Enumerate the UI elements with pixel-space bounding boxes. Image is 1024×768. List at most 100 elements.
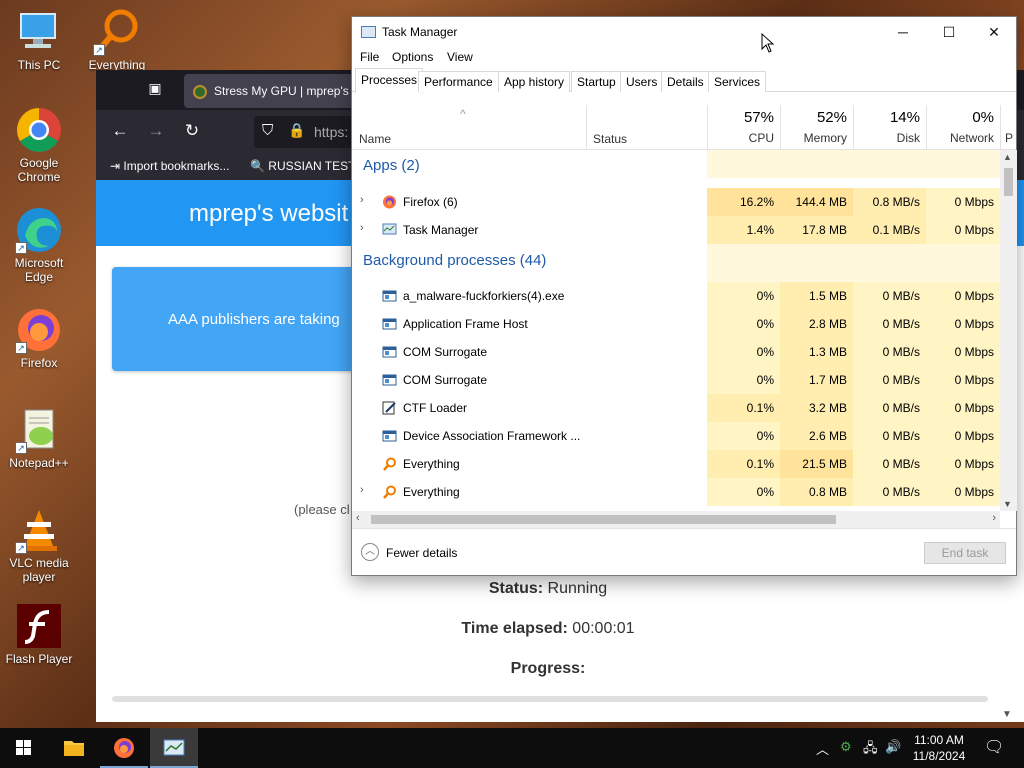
minimize-button[interactable]: ─ [880, 17, 926, 47]
process-row[interactable]: 0% 2.6 MB 0 MB/s 0 Mbps Device Associati… [352, 422, 1000, 450]
close-button[interactable]: ✕ [971, 17, 1017, 47]
tab-processes[interactable]: Processes [355, 68, 424, 93]
ethernet-icon[interactable]: 🖧 [863, 739, 878, 761]
chevron-right-icon[interactable]: › [360, 222, 364, 234]
desktop-icon-firefox[interactable]: ↗ Firefox [0, 306, 78, 370]
scroll-thumb[interactable] [1004, 168, 1013, 196]
cell-cpu: 0% [707, 282, 780, 310]
process-row[interactable]: 16.2% 144.4 MB 0.8 MB/s 0 Mbps › Firefox… [352, 188, 1000, 216]
process-row[interactable]: 0% 1.7 MB 0 MB/s 0 Mbps COM Surrogate [352, 366, 1000, 394]
tab-users[interactable]: Users [620, 71, 664, 92]
windows-logo-icon [16, 740, 31, 755]
horizontal-scrollbar[interactable]: ‹ › [352, 511, 1000, 528]
bookmark-russian-test[interactable]: 🔍 RUSSIAN TEST [250, 159, 355, 173]
elapsed-line: Time elapsed: 00:00:01 [96, 620, 1000, 638]
volume-icon[interactable]: 🔊 [885, 739, 901, 755]
clock-time: 11:00 AM [914, 733, 964, 747]
clock[interactable]: 11:00 AM 11/8/2024 [906, 732, 972, 764]
folder-icon [64, 741, 84, 756]
process-row[interactable]: 1.4% 17.8 MB 0.1 MB/s 0 Mbps › Task Mana… [352, 216, 1000, 244]
process-row[interactable]: 0% 0.8 MB 0 MB/s 0 Mbps › Everything [352, 478, 1000, 506]
desktop-icon-vlc[interactable]: ↗ VLC media player [0, 506, 78, 584]
status-value: Running [547, 580, 608, 597]
elapsed-label: Time elapsed: [461, 620, 568, 637]
end-task-button[interactable]: End task [924, 542, 1006, 564]
process-name: Device Association Framework ... [403, 429, 581, 443]
taskbar-file-explorer[interactable] [50, 728, 98, 768]
window-icon [382, 345, 397, 359]
shield-icon[interactable]: ⛉ [262, 122, 273, 139]
desktop-icon-label: Notepad++ [9, 456, 69, 470]
scroll-thumb[interactable] [371, 515, 836, 524]
back-arrow-icon[interactable]: ← [108, 120, 132, 142]
tab-performance[interactable]: Performance [418, 71, 499, 92]
tab-list-icon[interactable]: ▣ [144, 80, 166, 100]
chevron-up-icon[interactable]: ︿ [816, 739, 829, 758]
chevron-down-icon[interactable]: ▼ [1002, 709, 1012, 720]
cell-memory: 1.7 MB [780, 366, 853, 394]
mouse-cursor-icon [761, 33, 775, 53]
cell-blank [707, 150, 780, 178]
process-row[interactable]: 0% 1.5 MB 0 MB/s 0 Mbps a_malware-fuckfo… [352, 282, 1000, 310]
browser-tab[interactable]: Stress My GPU | mprep's w [184, 74, 354, 108]
network-tray-icon[interactable]: ⚙ [840, 739, 852, 755]
desktop-icon-everything[interactable]: ↗ Everything [78, 8, 156, 72]
notification-icon[interactable]: 🗨 [984, 737, 1004, 757]
notepadpp-icon: ↗ [15, 406, 63, 454]
scroll-right-icon[interactable]: › [992, 512, 996, 524]
url-text: https: [314, 124, 349, 140]
process-row[interactable]: 0% 1.3 MB 0 MB/s 0 Mbps COM Surrogate [352, 338, 1000, 366]
tab-startup[interactable]: Startup [571, 71, 622, 92]
tab-app-history[interactable]: App history [498, 71, 571, 92]
menu-options[interactable]: Options [392, 50, 433, 64]
process-name: a_malware-fuckforkiers(4).exe [403, 289, 565, 303]
desktop-icon-notepadpp[interactable]: ↗ Notepad++ [0, 406, 78, 470]
fewer-details-button[interactable]: Fewer details [386, 546, 457, 560]
desktop-icon-flash[interactable]: Flash Player [0, 602, 78, 666]
column-status[interactable]: Status [586, 105, 627, 149]
clock-date: 11/8/2024 [912, 749, 966, 763]
menu-file[interactable]: File [360, 50, 379, 64]
start-button[interactable] [0, 728, 48, 768]
sort-up-icon: ^ [460, 107, 466, 121]
vertical-scrollbar[interactable]: ▲ ▼ [1000, 150, 1017, 511]
reload-icon[interactable]: ↻ [180, 120, 204, 142]
column-cpu[interactable]: 57% CPU [707, 105, 780, 149]
tab-details[interactable]: Details [661, 71, 710, 92]
cell-cpu: 1.4% [707, 216, 780, 244]
column-power[interactable]: P [1000, 105, 1017, 149]
maximize-button[interactable]: ☐ [926, 17, 972, 47]
tab-services[interactable]: Services [708, 71, 767, 92]
progress-bar [112, 696, 988, 702]
chevron-right-icon[interactable]: › [360, 484, 364, 496]
taskbar-firefox[interactable] [100, 728, 148, 768]
scroll-left-icon[interactable]: ‹ [356, 512, 360, 524]
chevron-right-icon[interactable]: › [360, 194, 364, 206]
lock-icon[interactable]: 🔒 [288, 122, 305, 139]
forward-arrow-icon[interactable]: → [144, 120, 168, 142]
cell-network: 0 Mbps [926, 188, 1000, 216]
cell-cpu: 0% [707, 366, 780, 394]
menu-view[interactable]: View [447, 50, 473, 64]
chevron-up-icon[interactable]: ︿ [361, 543, 379, 561]
desktop-icon-chrome[interactable]: Google Chrome [0, 106, 78, 184]
bookmark-import[interactable]: ⇥ Import bookmarks... [110, 159, 229, 173]
browser-tab-title: Stress My GPU | mprep's w [214, 84, 354, 98]
process-row[interactable]: 0% 2.8 MB 0 MB/s 0 Mbps Application Fram… [352, 310, 1000, 338]
scroll-up-icon[interactable]: ▲ [1003, 152, 1012, 162]
desktop-icon-label: This PC [17, 58, 61, 72]
scroll-down-icon[interactable]: ▼ [1003, 499, 1012, 509]
taskbar-task-manager[interactable] [150, 728, 198, 768]
desktop-icon-edge[interactable]: ↗ Microsoft Edge [0, 206, 78, 284]
column-network[interactable]: 0% Network [926, 105, 1000, 149]
process-row[interactable]: 0.1% 21.5 MB 0 MB/s 0 Mbps Everything [352, 450, 1000, 478]
column-name[interactable]: Name [359, 132, 391, 146]
column-disk[interactable]: 14% Disk [853, 105, 926, 149]
title-bar[interactable]: Task Manager ─ ☐ ✕ [352, 17, 1016, 47]
process-row[interactable]: 0.1% 3.2 MB 0 MB/s 0 Mbps CTF Loader [352, 394, 1000, 422]
task-manager-icon [382, 223, 397, 237]
column-memory[interactable]: 52% Memory [780, 105, 853, 149]
desktop-icon-this-pc[interactable]: This PC [0, 8, 78, 72]
site-banner[interactable]: AAA publishers are taking [112, 267, 392, 371]
cell-disk: 0 MB/s [853, 282, 926, 310]
